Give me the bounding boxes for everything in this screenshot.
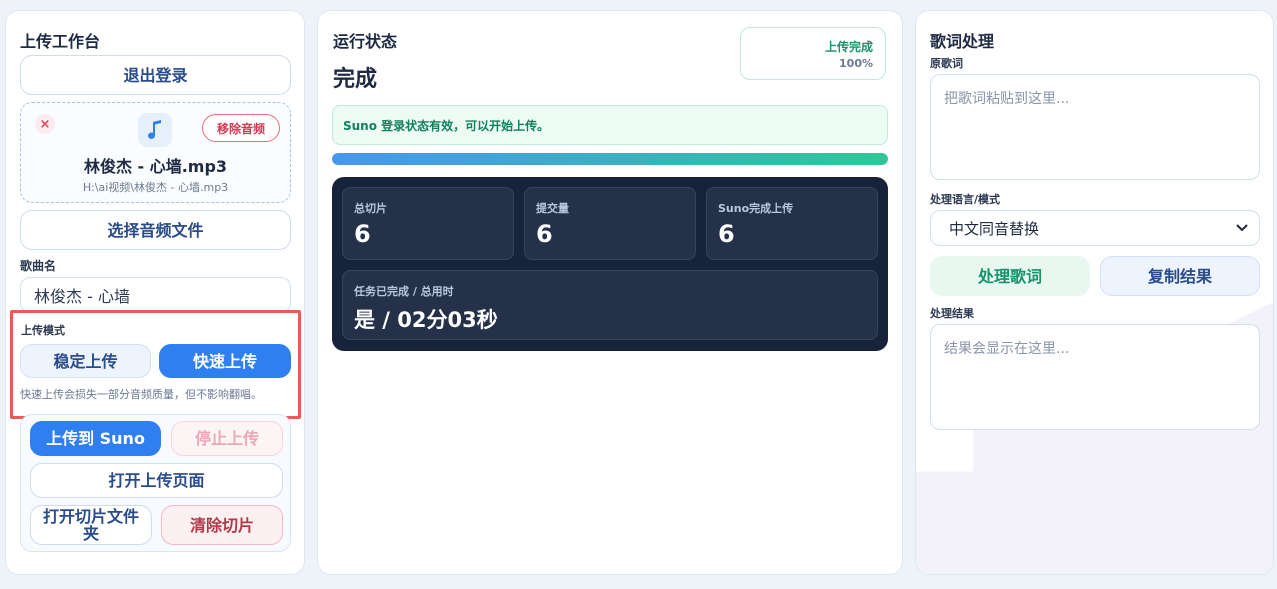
stat-value: 6	[354, 220, 371, 248]
copy-result-button[interactable]: 复制结果	[1100, 256, 1260, 296]
song-name-input[interactable]: 林俊杰 - 心墙	[20, 277, 291, 313]
original-lyrics-textarea[interactable]: 把歌词粘贴到这里...	[930, 74, 1260, 180]
language-mode-value: 中文同音替换	[949, 219, 1040, 238]
upload-workbench-title: 上传工作台	[20, 32, 101, 51]
music-note-icon	[138, 113, 172, 147]
stop-upload-button[interactable]: 停止上传	[171, 421, 283, 456]
progress-bar	[332, 153, 888, 165]
stat-submitted: 提交量 6	[524, 187, 696, 260]
open-upload-page-button[interactable]: 打开上传页面	[30, 463, 283, 498]
upload-to-suno-button[interactable]: 上传到 Suno	[30, 421, 161, 456]
stat-value: 6	[536, 220, 553, 248]
upload-mode-label: 上传模式	[21, 324, 65, 337]
stats-board: 总切片 6 提交量 6 Suno完成上传 6 任务已完成 / 总用时 是 / 0…	[332, 177, 888, 351]
choose-audio-file-button[interactable]: 选择音频文件	[20, 210, 291, 250]
open-slice-folder-button[interactable]: 打开切片文件夹	[30, 505, 152, 545]
stable-upload-button[interactable]: 稳定上传	[20, 344, 151, 378]
close-icon[interactable]: ×	[35, 114, 55, 134]
result-label: 处理结果	[930, 307, 974, 320]
result-textarea[interactable]: 结果会显示在这里...	[930, 324, 1260, 430]
login-status-alert: Suno 登录状态有效，可以开始上传。	[332, 105, 888, 145]
progress-bar-fill	[332, 153, 888, 165]
language-mode-select[interactable]: 中文同音替换	[930, 210, 1260, 246]
run-state-text: 完成	[333, 67, 378, 92]
progress-badge-label: 上传完成	[824, 40, 873, 54]
upload-actions-group: 上传到 Suno 停止上传 打开上传页面 打开切片文件夹 清除切片	[20, 414, 291, 552]
song-name-label: 歌曲名	[20, 259, 57, 273]
chevron-down-icon	[1235, 220, 1249, 238]
language-mode-label: 处理语言/模式	[930, 193, 1001, 206]
stat-label: 总切片	[354, 202, 387, 215]
stat-label: 任务已完成 / 总用时	[354, 285, 454, 298]
audio-file-card: × 移除音频 林俊杰 - 心墙.mp3 H:\ai视频\林俊杰 - 心墙.mp3	[20, 102, 291, 203]
stat-value: 6	[718, 220, 735, 248]
lyrics-panel: 歌词处理 原歌词 把歌词粘贴到这里... 处理语言/模式 中文同音替换 处理歌词…	[915, 10, 1274, 575]
stat-suno-uploaded: Suno完成上传 6	[706, 187, 878, 260]
stat-task-summary: 任务已完成 / 总用时 是 / 02分03秒	[342, 270, 878, 340]
fast-upload-button[interactable]: 快速上传	[159, 344, 291, 378]
process-lyrics-button[interactable]: 处理歌词	[930, 256, 1090, 296]
upload-workbench-panel: 上传工作台 退出登录 × 移除音频 林俊杰 - 心墙.mp3 H:\ai视频\林…	[5, 10, 305, 575]
progress-badge: 上传完成 100%	[740, 27, 886, 80]
progress-badge-percent: 100%	[839, 57, 873, 70]
original-lyrics-label: 原歌词	[930, 57, 963, 70]
stat-total-slices: 总切片 6	[342, 187, 514, 260]
audio-file-name: 林俊杰 - 心墙.mp3	[83, 157, 228, 176]
remove-audio-button[interactable]: 移除音频	[202, 114, 280, 142]
audio-file-path: H:\ai视频\林俊杰 - 心墙.mp3	[82, 181, 229, 194]
logout-button[interactable]: 退出登录	[20, 55, 291, 95]
clear-slices-button[interactable]: 清除切片	[161, 505, 283, 545]
lyrics-title: 歌词处理	[930, 32, 995, 51]
stat-label: Suno完成上传	[718, 202, 794, 215]
run-status-panel: 运行状态 完成 上传完成 100% Suno 登录状态有效，可以开始上传。 总切…	[317, 10, 903, 575]
stat-value: 是 / 02分03秒	[354, 308, 498, 332]
run-status-title: 运行状态	[333, 32, 398, 51]
upload-mode-note: 快速上传会损失一部分音频质量，但不影响翻唱。	[20, 388, 262, 401]
stat-label: 提交量	[536, 202, 569, 215]
